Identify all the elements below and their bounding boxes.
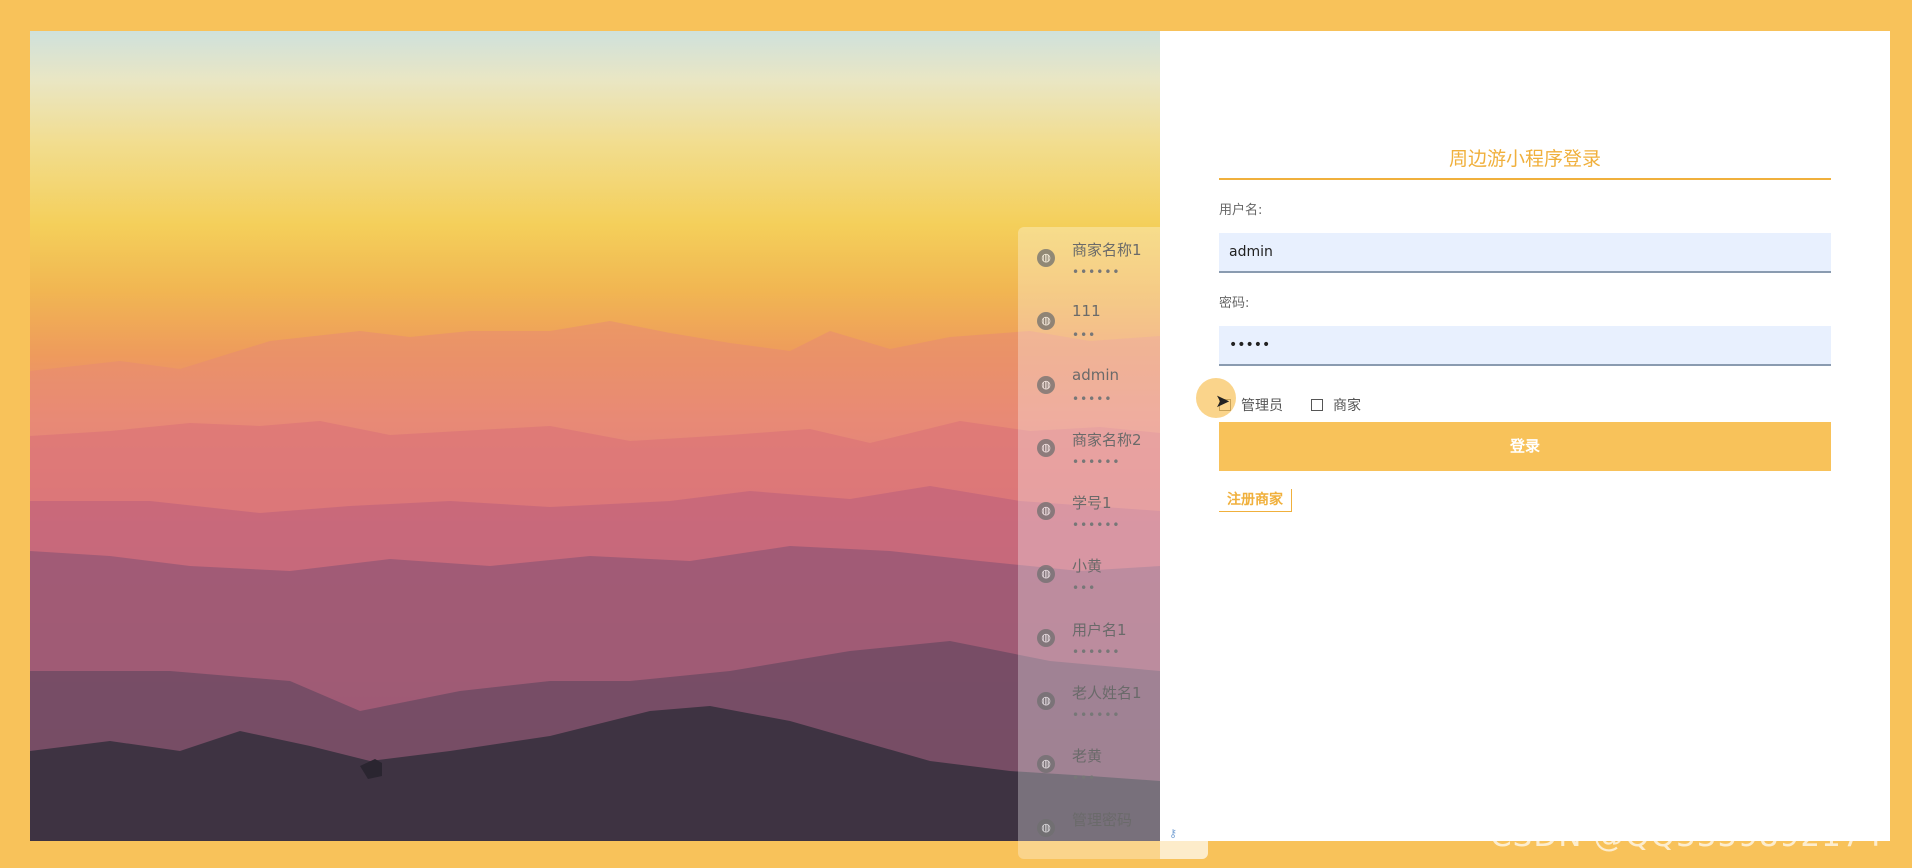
login-form: 周边游小程序登录 用户名: 密码: 管理员 商家 登录 注册商家 xyxy=(1219,144,1831,544)
autofill-item-name: admin xyxy=(1072,365,1119,384)
autofill-item-name: 商家名称2 xyxy=(1072,430,1142,449)
role-selector: 管理员 商家 xyxy=(1219,396,1831,414)
username-input[interactable] xyxy=(1219,233,1831,273)
mouse-pointer-icon: ➤ xyxy=(1215,391,1231,412)
autofill-item[interactable]: ◍ 老人姓名1 •••••• xyxy=(1018,670,1160,733)
autofill-dropdown: ◍ 商家名称1 •••••• ◍ 111 ••• ◍ admin ••••• ◍… xyxy=(1018,227,1208,859)
autofill-list: ◍ 商家名称1 •••••• ◍ 111 ••• ◍ admin ••••• ◍… xyxy=(1018,227,1160,859)
key-icon[interactable]: ⚷ xyxy=(1169,827,1177,840)
globe-icon: ◍ xyxy=(1037,249,1055,267)
autofill-item-name: 老人姓名1 xyxy=(1072,684,1142,703)
globe-icon: ◍ xyxy=(1037,502,1055,521)
globe-icon: ◍ xyxy=(1037,755,1055,774)
role-label-admin: 管理员 xyxy=(1241,398,1283,414)
autofill-item-password: ••• xyxy=(1072,771,1097,786)
autofill-item-name: 管理密码 xyxy=(1072,810,1133,829)
watermark: CSDN @QQ3359892174 xyxy=(1490,818,1884,854)
globe-icon: ◍ xyxy=(1037,312,1055,331)
globe-icon: ◍ xyxy=(1037,375,1055,394)
password-label: 密码: xyxy=(1219,296,1250,311)
autofill-item-password: ••• xyxy=(1072,581,1097,596)
autofill-item-name: 111 xyxy=(1072,302,1101,321)
autofill-item[interactable]: ◍ 111 ••• xyxy=(1018,290,1160,353)
login-button[interactable]: 登录 xyxy=(1219,422,1831,471)
autofill-side-panel xyxy=(1160,227,1208,859)
role-label-merchant: 商家 xyxy=(1333,398,1361,414)
autofill-item[interactable]: ◍ 商家名称1 •••••• xyxy=(1018,227,1160,290)
page-frame: 周边游小程序登录 用户名: 密码: 管理员 商家 登录 注册商家 xyxy=(30,31,1890,841)
autofill-item-password: ••••• xyxy=(1072,391,1113,406)
hero-landscape-image xyxy=(30,31,1160,841)
globe-icon: ◍ xyxy=(1037,438,1055,457)
autofill-item-password: •••••• xyxy=(1072,644,1121,659)
autofill-item-password: ••• xyxy=(1072,328,1097,343)
autofill-item-password: •••••• xyxy=(1072,708,1121,723)
role-option-merchant[interactable]: 商家 xyxy=(1311,395,1361,415)
autofill-item[interactable]: ◍ 老黄 ••• xyxy=(1018,733,1160,796)
autofill-item[interactable]: ◍ 用户名1 •••••• xyxy=(1018,607,1160,670)
globe-icon: ◍ xyxy=(1037,628,1055,647)
autofill-item[interactable]: ◍ 商家名称2 •••••• xyxy=(1018,417,1160,480)
autofill-item-name: 学号1 xyxy=(1072,494,1112,513)
password-input[interactable] xyxy=(1219,326,1831,366)
username-label: 用户名: xyxy=(1219,203,1263,218)
autofill-item-password: •••••• xyxy=(1072,265,1121,279)
autofill-item[interactable]: ◍ 学号1 •••••• xyxy=(1018,480,1160,543)
autofill-item-name: 老黄 xyxy=(1072,747,1103,766)
globe-icon: ◍ xyxy=(1037,565,1055,584)
autofill-item[interactable]: ◍ 管理密码 xyxy=(1018,797,1160,859)
globe-icon: ◍ xyxy=(1037,818,1055,837)
globe-icon: ◍ xyxy=(1037,692,1055,711)
autofill-item[interactable]: ◍ 小黄 ••• xyxy=(1018,543,1160,606)
merchant-checkbox[interactable] xyxy=(1311,399,1323,411)
login-title: 周边游小程序登录 xyxy=(1219,144,1831,180)
autofill-item[interactable]: ◍ admin ••••• xyxy=(1018,354,1160,417)
autofill-item-name: 用户名1 xyxy=(1072,620,1127,639)
autofill-item-password: •••••• xyxy=(1072,454,1121,469)
register-merchant-link[interactable]: 注册商家 xyxy=(1219,489,1292,512)
autofill-item-name: 小黄 xyxy=(1072,557,1103,576)
autofill-item-password: •••••• xyxy=(1072,518,1121,533)
mountain-silhouettes xyxy=(30,321,1160,841)
autofill-item-name: 商家名称1 xyxy=(1072,241,1142,259)
